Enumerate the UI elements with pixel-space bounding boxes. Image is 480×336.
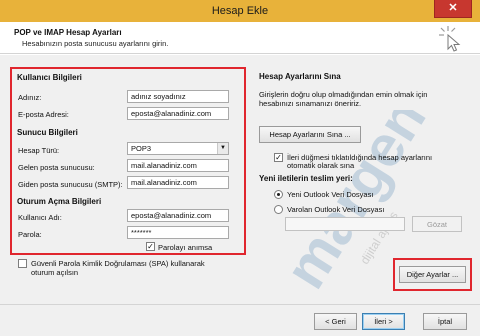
test-account-settings-button[interactable]: Hesap Ayarlarını Sına ...: [259, 126, 361, 143]
next-button[interactable]: İleri >: [362, 313, 405, 330]
auto-test-checkbox[interactable]: ✓: [274, 153, 283, 162]
new-data-file-radio[interactable]: [274, 190, 283, 199]
title-bar: Hesap Ekle ✕: [0, 0, 480, 22]
test-description-line1: Girişlerin doğru olup olmadığından emin …: [259, 90, 428, 99]
highlight-frame-settings: [10, 67, 246, 255]
delivery-heading: Yeni iletilerin teslim yeri:: [259, 174, 353, 183]
new-data-file-label: Yeni Outlook Veri Dosyası: [287, 190, 374, 199]
page-title: POP ve IMAP Hesap Ayarları: [14, 28, 122, 37]
spa-label-line1: Güvenli Parola Kimlik Doğrulaması (SPA) …: [31, 259, 205, 268]
auto-test-label-line2: otomatik olarak sına: [287, 161, 355, 170]
data-file-path-field[interactable]: [285, 217, 405, 231]
dialog-footer: [0, 304, 480, 336]
test-settings-heading: Hesap Ayarlarını Sına: [259, 72, 341, 81]
existing-data-file-label: Varolan Outlook Veri Dosyası: [287, 205, 385, 214]
spa-label-line2: oturum açılsın: [31, 268, 79, 277]
click-cursor-icon: [439, 26, 461, 52]
browse-button[interactable]: Gözat: [412, 216, 462, 232]
close-window-button[interactable]: ✕: [434, 0, 472, 18]
existing-data-file-radio[interactable]: [274, 205, 283, 214]
page-subtitle: Hesabınızın posta sunucusu ayarlarını gi…: [22, 39, 169, 48]
highlight-frame-more-settings: [393, 258, 472, 291]
spa-checkbox[interactable]: [18, 259, 27, 268]
back-button[interactable]: < Geri: [314, 313, 357, 330]
dialog-header: POP ve IMAP Hesap Ayarları Hesabınızın p…: [0, 22, 480, 54]
test-description-line2: hesabınızı sınamanızı öneririz.: [259, 99, 362, 108]
window-title: Hesap Ekle: [211, 5, 269, 17]
cancel-button[interactable]: İptal: [423, 313, 467, 330]
